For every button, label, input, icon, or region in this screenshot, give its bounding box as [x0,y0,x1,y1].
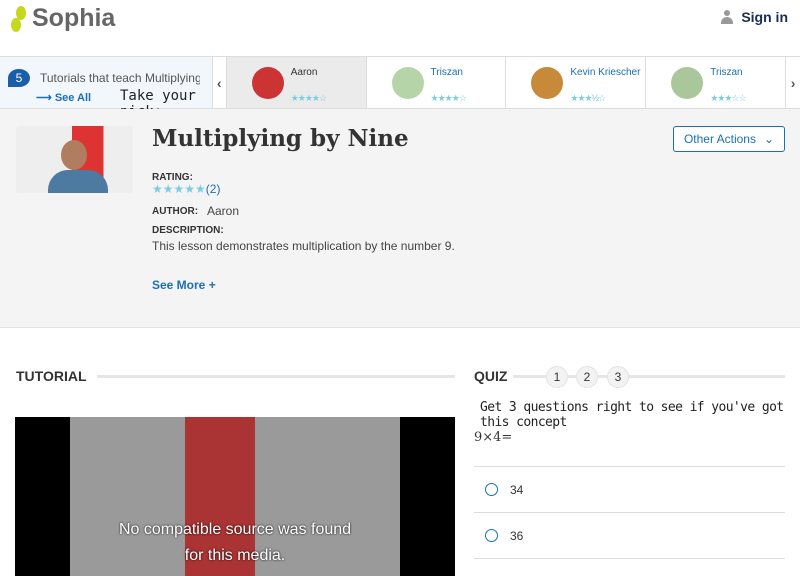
see-all-label: See All [54,92,92,104]
tutorial-carousel: 5 Tutorials that teach Multiplying by Ni… [0,56,800,120]
radio-button[interactable] [485,529,498,542]
video-player[interactable]: No compatible source was found for this m… [15,417,455,576]
sign-in-label: Sign in [741,9,788,25]
rating-stars: ★★★★★ [152,182,206,196]
card-rating: ★★★★☆ [290,93,327,103]
see-all-link[interactable]: ⟶ See All [36,91,91,104]
user-icon [721,10,734,24]
lesson-thumbnail [16,126,133,193]
logo-text: Sophia [32,4,116,32]
divider [474,558,785,559]
card-rating: ★★★★☆ [430,93,467,103]
quiz-step-2[interactable]: 2 [576,366,598,388]
lesson-info: Multiplying by Nine RATING: ★★★★★(2) AUT… [0,109,800,328]
chevron-right-icon: › [790,74,796,91]
carousel-card[interactable]: Triszan ★★★★☆ [365,57,506,108]
rating[interactable]: ★★★★★(2) [152,182,220,196]
other-actions-button[interactable]: Other Actions ⌄ [673,126,785,152]
carousel-intro-text: Tutorials that teach Multiplying by Nine [40,71,200,85]
card-author: Triszan [710,67,743,78]
see-more-link[interactable]: See More + [152,278,216,292]
radio-button[interactable] [485,483,498,496]
option-label: 36 [510,528,524,543]
video-error-line2: for this media. [184,547,286,564]
chevron-left-icon: ‹ [216,74,222,91]
carousel-card[interactable]: Triszan ★★★☆☆ [645,57,785,108]
card-author: Aaron [290,67,318,78]
quiz-prompt: Get 3 questions right to see if you've g… [480,400,784,430]
page-title: Multiplying by Nine [152,125,409,152]
avatar [251,67,284,99]
arrow-right-icon: ⟶ [36,92,55,104]
avatar [531,67,564,99]
author-name: Aaron [207,204,240,218]
rating-count: (2) [205,182,221,196]
carousel-next-button[interactable]: › [785,57,800,108]
description-text: This lesson demonstrates multiplication … [152,239,455,253]
video-error-line1: No compatible source was found [118,521,352,538]
avatar [391,67,424,99]
card-rating: ★★★½☆ [570,93,606,103]
logo-icon [10,5,28,32]
chevron-down-icon: ⌄ [763,132,775,146]
carousel-card[interactable]: Kevin Kriescher ★★★½☆ [505,57,645,108]
card-author: Kevin Kriescher [570,67,641,78]
carousel-intro: 5 Tutorials that teach Multiplying by Ni… [0,57,212,120]
card-author: Triszan [430,67,463,78]
divider [97,375,455,378]
quiz-option[interactable]: 34 [474,466,785,512]
quiz-step-1[interactable]: 1 [546,366,568,388]
tutorial-count-badge: 5 [8,69,30,87]
quiz-question: 9×4= [474,430,513,445]
option-label: 34 [510,482,524,497]
quiz-option[interactable]: 36 [474,512,785,558]
sophia-logo[interactable]: Sophia [10,4,115,33]
quiz-step-3[interactable]: 3 [607,366,629,388]
card-rating: ★★★☆☆ [710,93,746,103]
tutorial-heading: TUTORIAL [16,368,87,384]
quiz-heading: QUIZ [474,368,508,384]
description-label: DESCRIPTION: [152,225,224,236]
author-label: AUTHOR: [152,206,199,217]
sign-in-link[interactable]: Sign in [721,9,788,25]
avatar [671,67,704,99]
other-actions-label: Other Actions [683,132,756,146]
carousel-prev-button[interactable]: ‹ [211,57,226,108]
carousel-card[interactable]: Aaron ★★★★☆ [225,57,366,108]
